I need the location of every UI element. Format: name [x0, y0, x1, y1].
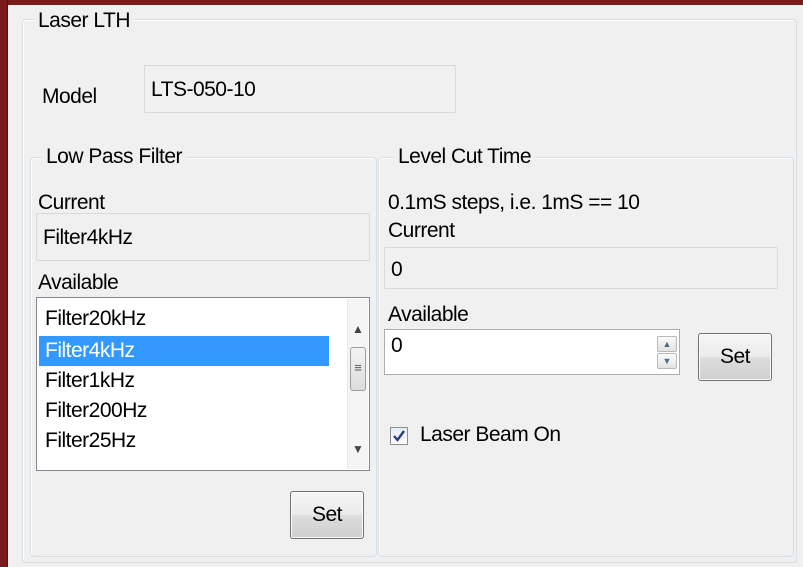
chevron-up-icon[interactable]: ▲ — [348, 319, 368, 339]
filter-listbox[interactable]: Filter20kHz Filter4kHz Filter1kHz Filter… — [36, 297, 370, 471]
filter-list-item-label: Filter4kHz — [45, 339, 135, 362]
laser-beam-checkbox[interactable] — [390, 427, 408, 445]
low-pass-title: Low Pass Filter — [42, 145, 187, 169]
filter-list-scrollbar[interactable]: ▲ ≡ ▼ — [347, 299, 368, 469]
model-value: LTS-050-10 — [151, 78, 256, 101]
quantity-stepper[interactable]: ▲ ▼ — [657, 332, 677, 372]
scrollbar-thumb[interactable]: ≡ — [350, 347, 366, 391]
level-cut-current-label: Current — [388, 219, 455, 242]
filter-list-item[interactable]: Filter25Hz — [39, 426, 329, 456]
filter-list-item-label: Filter1kHz — [45, 369, 135, 392]
level-cut-note: 0.1mS steps, i.e. 1mS == 10 — [388, 191, 640, 214]
window-frame-left — [0, 0, 8, 567]
level-cut-available-label: Available — [388, 303, 469, 326]
laser-panel: Laser LTH Model LTS-050-10 Low Pass Filt… — [8, 5, 803, 567]
level-cut-title: Level Cut Time — [394, 145, 536, 169]
laser-beam-label[interactable]: Laser Beam On — [420, 423, 561, 447]
filter-list-item-selected[interactable]: Filter4kHz — [39, 336, 329, 366]
filter-list-item[interactable]: Filter200Hz — [39, 396, 329, 426]
chevron-down-icon[interactable]: ▼ — [348, 439, 368, 459]
low-pass-set-button[interactable]: Set — [290, 491, 364, 539]
filter-list-item[interactable]: Filter20kHz — [39, 304, 329, 334]
level-cut-current-field: 0 — [384, 247, 778, 289]
model-label: Model — [42, 85, 97, 108]
filter-list-item-label: Filter25Hz — [45, 429, 136, 452]
filter-list-item[interactable]: Filter1kHz — [39, 366, 329, 396]
low-pass-current-field: Filter4kHz — [36, 213, 370, 261]
level-cut-set-button[interactable]: Set — [698, 333, 772, 381]
low-pass-current-value: Filter4kHz — [43, 226, 133, 249]
filter-list-item-label: Filter200Hz — [45, 399, 147, 422]
model-field: LTS-050-10 — [144, 65, 456, 113]
low-pass-available-label: Available — [38, 271, 119, 294]
spin-up-icon[interactable]: ▲ — [657, 336, 677, 352]
spin-down-icon[interactable]: ▼ — [657, 353, 677, 369]
filter-list-item-label: Filter20kHz — [45, 307, 146, 330]
low-pass-current-label: Current — [38, 191, 105, 214]
level-cut-numeric-input[interactable]: 0 ▲ ▼ — [384, 329, 680, 375]
checkmark-icon — [393, 430, 405, 442]
level-cut-available-value: 0 — [391, 334, 403, 357]
laser-group-title: Laser LTH — [34, 9, 134, 33]
level-cut-current-value: 0 — [391, 258, 403, 281]
